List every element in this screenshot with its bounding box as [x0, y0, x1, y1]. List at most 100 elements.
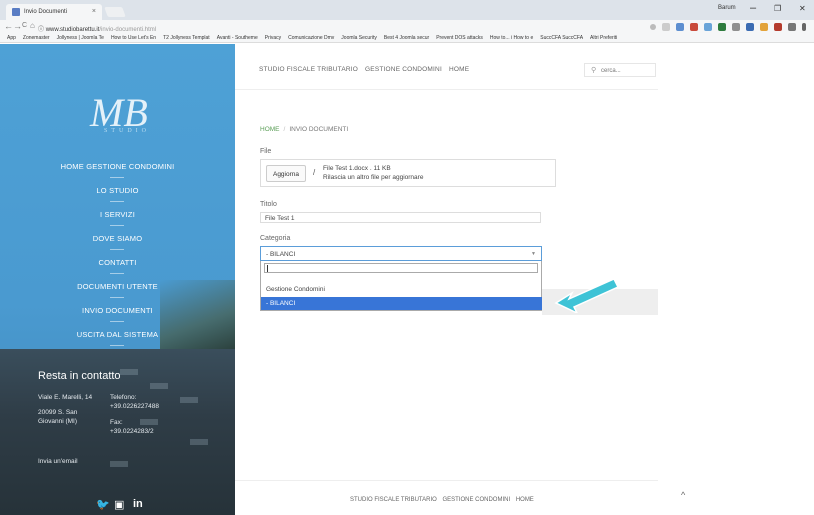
file-separator: /	[313, 168, 316, 177]
home-button[interactable]: ⌂	[30, 21, 35, 30]
tab-close-icon[interactable]: ×	[92, 8, 96, 15]
file-dropzone[interactable]: Aggiorna / File Test 1.docx . 11 KB Rila…	[260, 159, 556, 187]
bookmark-item[interactable]: Jollyness | Joomla Te	[57, 35, 104, 41]
restore-button[interactable]: ❐	[774, 4, 781, 13]
text-cursor	[267, 265, 268, 272]
bookmark-item[interactable]: Best 4 Joomla secur	[384, 35, 429, 41]
window-close-button[interactable]: ✕	[799, 4, 806, 13]
file-label: File	[260, 148, 272, 155]
annotation-arrow-icon	[554, 278, 620, 313]
bookmark-item[interactable]: How to Use Let's En	[111, 35, 156, 41]
nav-gestione-condomini[interactable]: GESTIONE CONDOMINI	[365, 66, 442, 73]
address-bar: ← → C ⌂ ⓘ www.studiobarettu.it/invio-doc…	[0, 20, 814, 34]
breadcrumb-home[interactable]: HOME	[260, 126, 280, 133]
reload-button[interactable]: C	[22, 22, 27, 29]
fax-number: +39.0224283/2	[110, 428, 154, 435]
sidebar-item-i-servizi[interactable]: I SERVIZI	[0, 202, 235, 226]
top-navigation: STUDIO FISCALE TRIBUTARIO GESTIONE CONDO…	[235, 44, 658, 90]
logo-subtitle: STUDIO	[104, 128, 150, 134]
contact-title: Resta in contatto	[38, 370, 121, 382]
bookmark-item[interactable]: Altri Preferiti	[590, 35, 617, 41]
sidebar-item-home-gestione-condomini[interactable]: HOME GESTIONE CONDOMINI	[0, 154, 235, 178]
url-path: /invio-documenti.html	[99, 27, 157, 33]
main-area: STUDIO FISCALE TRIBUTARIO GESTIONE CONDO…	[235, 44, 658, 515]
bookmark-item[interactable]: T2 Jollyness Templat	[163, 35, 210, 41]
bookmark-item[interactable]: Privacy	[265, 35, 281, 41]
address-line: 20099 S. San	[38, 409, 78, 416]
title-label: Titolo	[260, 201, 277, 208]
breadcrumb-separator: /	[283, 126, 286, 133]
browser-tab[interactable]: Invio Documenti ×	[6, 4, 102, 20]
title-field[interactable]: File Test 1	[260, 212, 541, 223]
footer-nav-home[interactable]: HOME	[516, 497, 534, 503]
extension-icon[interactable]	[690, 23, 698, 31]
option-bilanci[interactable]: - BILANCI	[261, 297, 542, 310]
fax-label: Fax:	[110, 419, 123, 426]
profile-name[interactable]: Barum	[718, 5, 736, 11]
sidebar-item-dove-siamo[interactable]: DOVE SIAMO	[0, 226, 235, 250]
bookmark-item[interactable]: How to... i How to e	[490, 35, 533, 41]
option-gestione-condomini[interactable]: Gestione Condomini	[261, 283, 542, 296]
tab-title: Invio Documenti	[24, 9, 68, 15]
back-button[interactable]: ←	[4, 21, 13, 31]
nav-studio-fiscale[interactable]: STUDIO FISCALE TRIBUTARIO	[259, 66, 358, 73]
extension-icon[interactable]	[704, 23, 712, 31]
sidebar-item-contatti[interactable]: CONTATTI	[0, 250, 235, 274]
forward-button[interactable]: →	[13, 21, 22, 31]
extension-icon[interactable]	[774, 23, 782, 31]
minimize-button[interactable]: –	[750, 2, 756, 14]
star-icon[interactable]	[662, 23, 670, 31]
dropdown-search-input[interactable]	[264, 263, 538, 273]
chevron-down-icon: ▼	[531, 251, 536, 257]
bookmark-item[interactable]: Zonemaster	[23, 35, 50, 41]
bookmark-item[interactable]: Comunicazione Dmv	[288, 35, 334, 41]
footer-nav-gestione-condomini[interactable]: GESTIONE CONDOMINI	[442, 497, 510, 503]
bookmarks-bar: App Zonemaster Jollyness | Joomla Te How to…	[0, 34, 814, 43]
footer: STUDIO FISCALE TRIBUTARIO GESTIONE CONDO…	[235, 480, 658, 515]
phone-label: Telefono:	[110, 394, 137, 401]
extension-icon[interactable]	[676, 23, 684, 31]
twitter-icon[interactable]: 🐦	[96, 498, 110, 511]
sidebar-item-lo-studio[interactable]: LO STUDIO	[0, 178, 235, 202]
search-icon: ⚲	[591, 67, 597, 74]
url-host: www.studiobarettu.it	[45, 27, 100, 33]
file-name: File Test 1.docx . 11 KB	[323, 165, 391, 172]
youtube-icon[interactable]: ▣	[114, 498, 124, 511]
update-file-button[interactable]: Aggiorna	[266, 165, 306, 182]
category-select[interactable]: - BILANCI ▼	[260, 246, 542, 261]
bookmark-item[interactable]: Avanti - Southeme	[217, 35, 258, 41]
extension-icon[interactable]	[788, 23, 796, 31]
extension-icon[interactable]	[746, 23, 754, 31]
extension-icon[interactable]	[718, 23, 726, 31]
footer-nav-studio-fiscale[interactable]: STUDIO FISCALE TRIBUTARIO	[350, 497, 437, 503]
site-info-icon[interactable]: ⓘ	[38, 27, 44, 33]
breadcrumb-current: INVIO DOCUMENTI	[289, 126, 349, 133]
background-plants	[160, 280, 235, 350]
address-line: Giovanni (MI)	[38, 418, 78, 425]
url-field[interactable]: ⓘ www.studiobarettu.it/invio-documenti.h…	[38, 22, 658, 33]
new-tab-button[interactable]	[104, 7, 126, 17]
category-dropdown: Gestione Condomini - BILANCI	[260, 261, 542, 311]
sidebar: MB STUDIO HOME GESTIONE CONDOMINI LO STU…	[0, 44, 235, 515]
email-link[interactable]: Invia un'email	[38, 458, 78, 466]
menu-icon[interactable]	[802, 23, 806, 31]
file-hint: Rilascia un altro file per aggiornare	[323, 174, 424, 181]
extension-icon[interactable]	[732, 23, 740, 31]
search-box: ⚲	[584, 63, 656, 77]
breadcrumb: HOME / INVIO DOCUMENTI	[260, 126, 348, 133]
extension-icon[interactable]	[760, 23, 768, 31]
category-selected-value: - BILANCI	[266, 251, 296, 258]
browser-tab-bar: Invio Documenti × Barum – ❐ ✕	[0, 0, 814, 20]
nav-home[interactable]: HOME	[449, 66, 469, 73]
zoom-icon[interactable]	[650, 24, 656, 30]
bookmark-item[interactable]: Joomla Security	[341, 35, 377, 41]
bookmark-item[interactable]: Prevent DOS attacks	[436, 35, 483, 41]
address-line: Viale E. Marelli, 14	[38, 394, 93, 401]
phone-number: +39.0226227488	[110, 403, 159, 410]
linkedin-icon[interactable]: in	[133, 498, 143, 510]
search-input[interactable]	[601, 66, 651, 75]
favicon-icon	[12, 8, 20, 16]
bookmark-item[interactable]: App	[7, 35, 16, 41]
back-to-top-icon[interactable]: ^	[681, 490, 685, 500]
bookmark-item[interactable]: SuccCFA SuccCFA	[540, 35, 583, 41]
